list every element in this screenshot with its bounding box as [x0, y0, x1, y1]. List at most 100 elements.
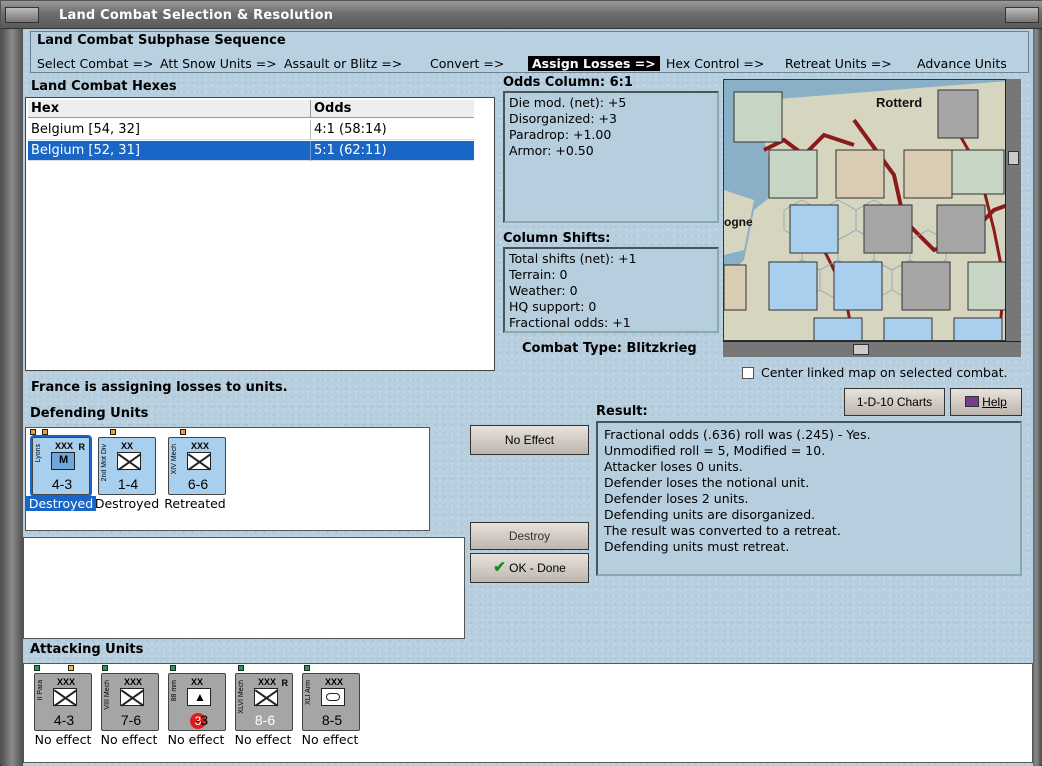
shifts-title: Column Shifts: — [503, 231, 611, 246]
status-message: France is assigning losses to units. — [31, 380, 288, 395]
result-title: Result: — [596, 404, 648, 419]
linked-map[interactable]: Rotterd ogne — [723, 79, 1021, 341]
map-label-ogne: ogne — [724, 215, 753, 229]
defending-title: Defending Units — [30, 406, 149, 421]
map-hscroll-thumb[interactable] — [853, 344, 869, 355]
shift-line: Terrain: 0 — [509, 267, 568, 282]
close-button[interactable] — [1005, 7, 1039, 23]
unit-size: XX — [191, 677, 204, 687]
seq-assign-losses-active: Assign Losses => — [528, 56, 660, 71]
map-vscroll-thumb[interactable] — [1008, 151, 1019, 165]
unit-tag: R — [78, 442, 86, 452]
help-book-icon — [965, 396, 980, 407]
unit-name: Lyons — [35, 444, 42, 463]
center-linked-checkbox[interactable] — [742, 367, 754, 379]
artillery-symbol-icon: ▲ — [187, 688, 211, 706]
map-vertical-scrollbar[interactable] — [1005, 79, 1021, 341]
attacking-title: Attacking Units — [30, 642, 144, 657]
defender-unit-lyons[interactable]: XXX Lyons R M 4-3 — [30, 435, 92, 497]
unit-name: II Para — [37, 680, 44, 701]
result-line: Fractional odds (.636) roll was (.245) -… — [604, 427, 871, 442]
seq-convert: Convert => — [430, 56, 505, 71]
unit-name: 88 mm — [171, 680, 178, 702]
hex-table: Hex Odds Belgium [54, 32] 4:1 (58:14) Be… — [25, 97, 495, 371]
seq-att-snow-units: Att Snow Units => — [160, 56, 277, 71]
hexes-title: Land Combat Hexes — [31, 79, 177, 94]
seq-hex-control: Hex Control => — [666, 56, 765, 71]
charts-button[interactable]: 1-D-10 Charts — [844, 388, 945, 416]
hex-table-header: Hex Odds — [28, 100, 474, 118]
result-line: Attacker loses 0 units. — [604, 459, 743, 474]
unit-size: XXX — [191, 441, 210, 451]
unit-strength-text: -3 — [187, 712, 209, 728]
hex-cell: Belgium [54, 32] — [31, 122, 140, 137]
unit-strength: 8-5 — [321, 712, 343, 728]
unit-size: XXX — [258, 677, 277, 687]
help-button[interactable]: Help — [950, 388, 1022, 416]
attacker-unit-xlvi-mech[interactable]: XXX XLVI Mech R 8-6 — [235, 673, 293, 731]
result-box: Fractional odds (.636) roll was (.245) -… — [596, 421, 1022, 576]
seq-advance-units: Advance Units — [917, 56, 1007, 71]
attacker-unit-88mm[interactable]: XX 88 mm ▲ 3 -3 — [168, 673, 226, 731]
shift-line: Total shifts (net): +1 — [509, 251, 637, 266]
unit-strength: 6-6 — [187, 476, 209, 492]
attacking-units-panel: XXX II Para 4-3 No effect XXX VIII Mech … — [23, 663, 1033, 763]
unit-result: No effect — [167, 732, 225, 747]
result-line: Defending units must retreat. — [604, 539, 790, 554]
mech-symbol-icon — [254, 688, 278, 706]
no-effect-button[interactable]: No Effect — [470, 425, 589, 455]
defender-unit-2nd-mot-div[interactable]: XX 2nd Mot Div 1-4 — [98, 437, 156, 495]
odds-cell: 4:1 (58:14) — [314, 122, 387, 137]
unit-size: XX — [121, 441, 134, 451]
col-odds[interactable]: Odds — [314, 101, 351, 116]
unit-size: XXX — [124, 677, 143, 687]
attacker-unit-xli-arm[interactable]: XXX XLI Arm 8-5 — [302, 673, 360, 731]
shift-line: Fractional odds: +1 — [509, 315, 631, 330]
attacker-unit-viii-mech[interactable]: XXX VIII Mech 7-6 — [101, 673, 159, 731]
table-row-selected[interactable]: Belgium [52, 31] 5:1 (62:11) — [28, 141, 474, 161]
unit-strength: 1-4 — [117, 476, 139, 492]
hex-cell: Belgium [52, 31] — [31, 143, 140, 158]
map-svg: Rotterd ogne — [724, 80, 1020, 340]
checkmark-icon: ✔ — [493, 559, 506, 576]
system-menu-button[interactable] — [5, 7, 39, 23]
result-line: Defender loses 2 units. — [604, 491, 749, 506]
odds-cell: 5:1 (62:11) — [314, 143, 387, 158]
unit-name: XLVI Mech — [238, 680, 245, 714]
mech-symbol-icon — [120, 688, 144, 706]
shift-line: HQ support: 0 — [509, 299, 597, 314]
odds-line: Disorganized: +3 — [509, 111, 617, 126]
unit-symbol-icon: M — [51, 452, 75, 470]
odds-line: Paradrop: +1.00 — [509, 127, 612, 142]
odds-box: Die mod. (net): +5 Disorganized: +3 Para… — [503, 91, 719, 223]
map-horizontal-scrollbar[interactable] — [723, 341, 1021, 357]
defender-unit-xiv-mech[interactable]: XXX XIV Mech 6-6 — [168, 437, 226, 495]
unit-name: VIII Mech — [104, 680, 111, 710]
unit-name: XLI Arm — [305, 680, 312, 705]
shift-line: Weather: 0 — [509, 283, 578, 298]
destroy-button[interactable]: Destroy — [470, 522, 589, 550]
shifts-box: Total shifts (net): +1 Terrain: 0 Weathe… — [503, 247, 719, 333]
col-hex[interactable]: Hex — [31, 101, 59, 116]
unit-result: No effect — [301, 732, 359, 747]
sequence-title: Land Combat Subphase Sequence — [37, 33, 286, 48]
unit-result: No effect — [34, 732, 92, 747]
table-row[interactable]: Belgium [54, 32] 4:1 (58:14) — [28, 120, 474, 140]
result-line: Defending units are disorganized. — [604, 507, 816, 522]
unit-result: Retreated — [164, 496, 226, 511]
seq-assault-or-blitz: Assault or Blitz => — [284, 56, 403, 71]
seq-select-combat: Select Combat => — [37, 56, 154, 71]
mech-symbol-icon — [187, 452, 211, 470]
combat-window: Land Combat Selection & Resolution Land … — [0, 0, 1042, 766]
combat-type: Combat Type: Blitzkrieg — [522, 341, 697, 356]
window-title: Land Combat Selection & Resolution — [59, 8, 334, 23]
odds-line: Armor: +0.50 — [509, 143, 594, 158]
unit-tag: R — [281, 678, 289, 688]
unit-size: XXX — [55, 441, 74, 451]
attacker-unit-ii-para[interactable]: XXX II Para 4-3 — [34, 673, 92, 731]
seq-retreat-units: Retreat Units => — [785, 56, 892, 71]
unit-size: XXX — [325, 677, 344, 687]
odds-title: Odds Column: 6:1 — [503, 75, 633, 90]
ok-done-button[interactable]: ✔ OK - Done — [470, 553, 589, 583]
unit-strength: 4-3 — [53, 712, 75, 728]
